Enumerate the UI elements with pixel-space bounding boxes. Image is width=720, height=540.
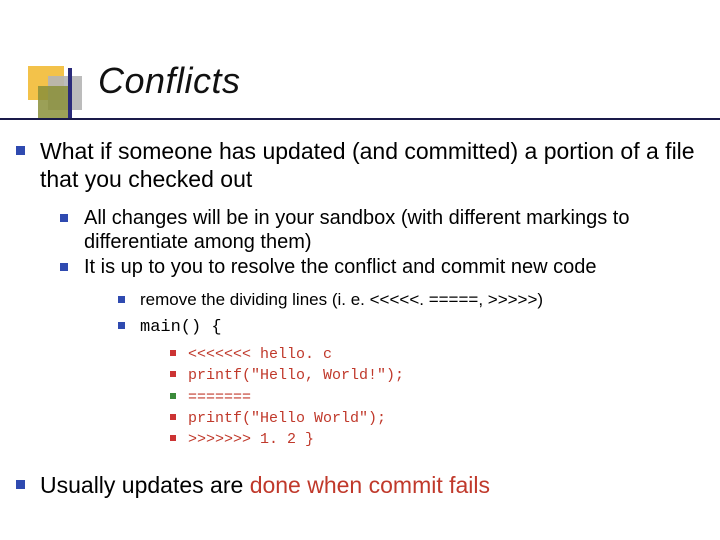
bullet-l2-a: All changes will be in your sandbox (wit…	[60, 207, 706, 254]
bullet-list: What if someone has updated (and committ…	[14, 138, 706, 500]
deco-square-olive	[38, 86, 70, 118]
bullet-l2-list: All changes will be in your sandbox (wit…	[40, 207, 706, 450]
code-line-1: <<<<<<< hello. c	[170, 344, 706, 365]
bullet-l3-ii-text: main() {	[140, 318, 222, 337]
bullet-l2-b: It is up to you to resolve the conflict …	[60, 256, 706, 450]
bullet-b2-pre: Usually updates are	[40, 472, 250, 498]
title-decoration	[28, 66, 88, 110]
code-line-3-text: =======	[188, 389, 251, 406]
code-line-5: >>>>>>> 1. 2 }	[170, 429, 706, 450]
bullet-l3-list: remove the dividing lines (i. e. <<<<<. …	[84, 290, 706, 450]
deco-vertical-line	[68, 68, 72, 120]
bullet-l1: What if someone has updated (and committ…	[14, 138, 706, 450]
bullet-l2-b-text: It is up to you to resolve the conflict …	[84, 256, 596, 278]
bullet-l2-a-text: All changes will be in your sandbox (wit…	[84, 207, 629, 253]
bullet-l3-i: remove the dividing lines (i. e. <<<<<. …	[118, 290, 706, 310]
bullet-l1-b2-text: Usually updates are done when commit fai…	[40, 472, 490, 498]
bullet-l1-b2: Usually updates are done when commit fai…	[14, 472, 706, 500]
slide-body: What if someone has updated (and committ…	[14, 138, 706, 510]
code-line-5-text: >>>>>>> 1. 2 }	[188, 431, 314, 448]
bullet-b2-red: done when commit fails	[250, 472, 490, 498]
code-line-4-text: printf("Hello World");	[188, 410, 386, 427]
slide-title: Conflicts	[98, 60, 241, 102]
code-line-2: printf("Hello, World!");	[170, 365, 706, 386]
bullet-l1-text: What if someone has updated (and committ…	[40, 138, 695, 192]
bullet-l3-i-text: remove the dividing lines (i. e. <<<<<. …	[140, 290, 543, 309]
code-line-1-text: <<<<<<< hello. c	[188, 346, 332, 363]
code-line-3: =======	[170, 387, 706, 408]
title-rule	[0, 118, 720, 120]
slide: Conflicts What if someone has updated (a…	[0, 0, 720, 540]
code-line-2-text: printf("Hello, World!");	[188, 367, 404, 384]
code-lines: <<<<<<< hello. c printf("Hello, World!")…	[140, 344, 706, 450]
title-area: Conflicts	[0, 60, 720, 120]
bullet-l3-ii: main() { <<<<<<< hello. c printf("Hello,…	[118, 316, 706, 450]
code-line-4: printf("Hello World");	[170, 408, 706, 429]
